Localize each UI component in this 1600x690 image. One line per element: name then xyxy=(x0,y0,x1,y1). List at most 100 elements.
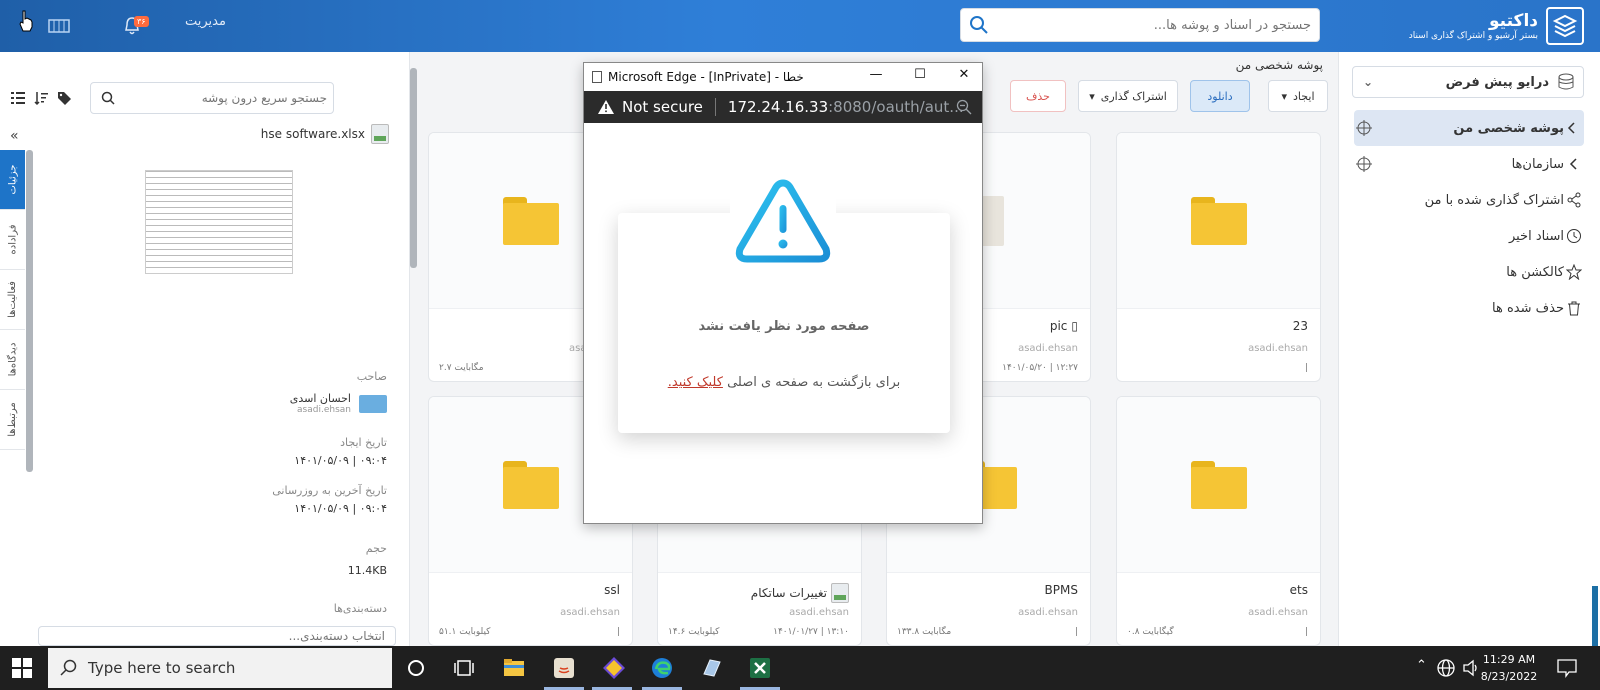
notification-center-icon[interactable] xyxy=(1556,656,1578,680)
taskbar-search[interactable]: Type here to search xyxy=(48,648,392,688)
drive-select[interactable]: ⌄ درایو پیش فرض xyxy=(1352,66,1584,98)
brand-name: داکتیو xyxy=(1489,11,1538,31)
sidebar-item-label: پوشه شخصی من xyxy=(1453,120,1564,136)
sidebar-item-shared-with-me[interactable]: اشتراک گذاری شده با من xyxy=(1338,182,1600,218)
collapse-panel-icon[interactable]: « xyxy=(10,128,19,144)
edge-icon[interactable] xyxy=(650,656,674,680)
java-icon[interactable] xyxy=(552,656,576,680)
sidebar-item-organizations[interactable]: سازمان‌ها xyxy=(1338,146,1600,182)
edge-popup-window: Microsoft Edge - [InPrivate] - خطا — ☐ ✕… xyxy=(583,62,983,524)
card-name: BPMS xyxy=(1044,583,1078,597)
admin-link[interactable]: مدیریت xyxy=(185,14,226,29)
search-icon[interactable] xyxy=(969,15,989,35)
card-name: تغییرات ساتکام xyxy=(750,586,827,600)
brand[interactable]: داکتیو بستر آرشیو و اشتراک گذاری اسناد xyxy=(1409,6,1584,46)
card-name-row: pic ▯ xyxy=(1050,319,1078,333)
home-link[interactable]: کلیک کنید. xyxy=(668,375,723,390)
chevron-left-icon xyxy=(1569,158,1577,170)
sidebar-item-label: حذف شده ها xyxy=(1492,300,1564,316)
folder-icon xyxy=(502,460,559,509)
card-meta: ۱۳۳.۸ مگابایت | xyxy=(897,627,1078,637)
category-select[interactable] xyxy=(38,626,396,646)
card-date: ۱۴۰۱/۰۵/۲۰ | ۱۲:۲۷ xyxy=(1002,363,1078,373)
share-button[interactable]: ▾ اشتراک گذاری xyxy=(1078,80,1178,112)
card-owner: asadi.ehsan xyxy=(1248,343,1308,354)
tab-label: جزئیات xyxy=(7,164,18,195)
global-search-input[interactable] xyxy=(1001,9,1311,41)
file-name: hse software.xlsx xyxy=(260,127,365,141)
share-icon xyxy=(1567,192,1581,208)
card-owner: asadi.ehsan xyxy=(560,607,620,618)
error-icon-box xyxy=(730,175,836,267)
updated-label: تاریخ آخرین به روزرسانی xyxy=(272,484,387,497)
card-meta: ۰.۸ گیگابایت | xyxy=(1127,627,1308,637)
file-icon: ▯ xyxy=(1071,319,1078,333)
warning-icon xyxy=(598,100,614,114)
globe-icon[interactable] xyxy=(1436,656,1456,680)
main-scrollbar[interactable] xyxy=(410,68,417,268)
card-name: 23 xyxy=(1292,319,1308,333)
zoom-out-icon[interactable] xyxy=(956,99,972,115)
windows-taskbar: Type here to search ⌃ 11:29 AM 8/23/2022 xyxy=(0,646,1600,690)
error-message: برای بازگشت به صفحه ی اصلی کلیک کنید. xyxy=(618,375,950,390)
card-date: ۱۴۰۱/۰۱/۲۷ | ۱۳:۱۰ xyxy=(773,627,849,637)
sort-icon[interactable] xyxy=(33,90,49,106)
windows-start-icon[interactable] xyxy=(12,658,32,678)
git-icon[interactable] xyxy=(602,656,626,680)
card-meta: ۱۴.۶ کیلوبایت ۱۴۰۱/۰۱/۲۷ | ۱۳:۱۰ xyxy=(668,627,849,637)
taskbar-clock[interactable]: 11:29 AM 8/23/2022 xyxy=(1476,651,1542,685)
window-title-bar[interactable]: Microsoft Edge - [InPrivate] - خطا — ☐ ✕ xyxy=(584,63,982,91)
tag-icon[interactable] xyxy=(56,90,72,106)
close-button[interactable]: ✕ xyxy=(954,67,974,87)
tab-comments[interactable]: دیدگاه‌ها xyxy=(0,330,25,390)
sidebar-scrollbar[interactable] xyxy=(1592,586,1598,646)
sidebar-item-personal-folder[interactable]: پوشه شخصی من xyxy=(1354,110,1584,146)
target-icon[interactable] xyxy=(1356,156,1372,172)
selected-file-title: hse software.xlsx xyxy=(261,124,389,144)
details-scrollbar[interactable] xyxy=(26,150,33,472)
chevron-up-icon[interactable]: ⌃ xyxy=(1416,658,1427,673)
brand-tagline: بستر آرشیو و اشتراک گذاری اسناد xyxy=(1408,31,1538,41)
breadcrumb[interactable]: پوشه شخصی من xyxy=(1236,58,1323,72)
sidebar-item-recent[interactable]: اسناد اخیر xyxy=(1338,218,1600,254)
maximize-button[interactable]: ☐ xyxy=(910,67,930,87)
updated-value: ۱۴۰۱/۰۵/۰۹ | ۰۹:۰۴ xyxy=(294,502,387,515)
list-view-icon[interactable] xyxy=(10,90,26,106)
tab-metadata[interactable]: فراداده xyxy=(0,210,25,270)
tab-related[interactable]: مرتبط‌ها xyxy=(0,390,25,450)
excel-icon[interactable] xyxy=(748,656,772,680)
delete-button[interactable]: حذف xyxy=(1010,80,1066,112)
download-button[interactable]: دانلود xyxy=(1190,80,1250,112)
target-icon[interactable] xyxy=(1356,120,1372,136)
file-explorer-icon[interactable] xyxy=(502,656,526,680)
sidebar-item-deleted[interactable]: حذف شده ها xyxy=(1338,290,1600,326)
chevron-down-icon: ⌄ xyxy=(1363,75,1374,89)
clock-icon xyxy=(1567,229,1581,243)
card-owner: asadi.ehsan xyxy=(1018,607,1078,618)
task-view-icon[interactable] xyxy=(452,656,476,680)
notes-icon[interactable] xyxy=(700,656,724,680)
search-icon[interactable] xyxy=(101,91,115,105)
sidebar-item-collections[interactable]: کالکشن ها xyxy=(1338,254,1600,290)
card-owner: asadi.ehsan xyxy=(1248,607,1308,618)
minimize-button[interactable]: — xyxy=(866,67,886,87)
drive-label: درایو پیش فرض xyxy=(1445,74,1549,90)
address-separator xyxy=(714,98,716,116)
hand-cursor-icon xyxy=(19,10,33,32)
address-bar[interactable]: Not secure 172.24.16.33:8080/oauth/aut..… xyxy=(584,91,982,123)
tab-activities[interactable]: فعالیت‌ها xyxy=(0,270,25,330)
folder-card[interactable]: 23 asadi.ehsan | xyxy=(1116,132,1321,382)
card-meta: ۵۱.۱ کیلوبایت | xyxy=(439,627,620,637)
global-search[interactable] xyxy=(960,8,1320,42)
tab-details[interactable]: جزئیات xyxy=(0,150,25,210)
archive-icon[interactable] xyxy=(48,18,70,34)
create-button[interactable]: ▾ ایجاد xyxy=(1268,80,1328,112)
card-name: pic xyxy=(1049,319,1068,333)
card-preview xyxy=(1117,133,1320,309)
folder-card[interactable]: ets asadi.ehsan ۰.۸ گیگابایت | xyxy=(1116,396,1321,646)
cortana-icon[interactable] xyxy=(404,656,428,680)
delete-label: حذف xyxy=(1026,89,1050,103)
brand-text: داکتیو بستر آرشیو و اشتراک گذاری اسناد xyxy=(1409,11,1538,41)
folder-search[interactable] xyxy=(90,82,334,114)
folder-search-input[interactable] xyxy=(121,83,327,113)
